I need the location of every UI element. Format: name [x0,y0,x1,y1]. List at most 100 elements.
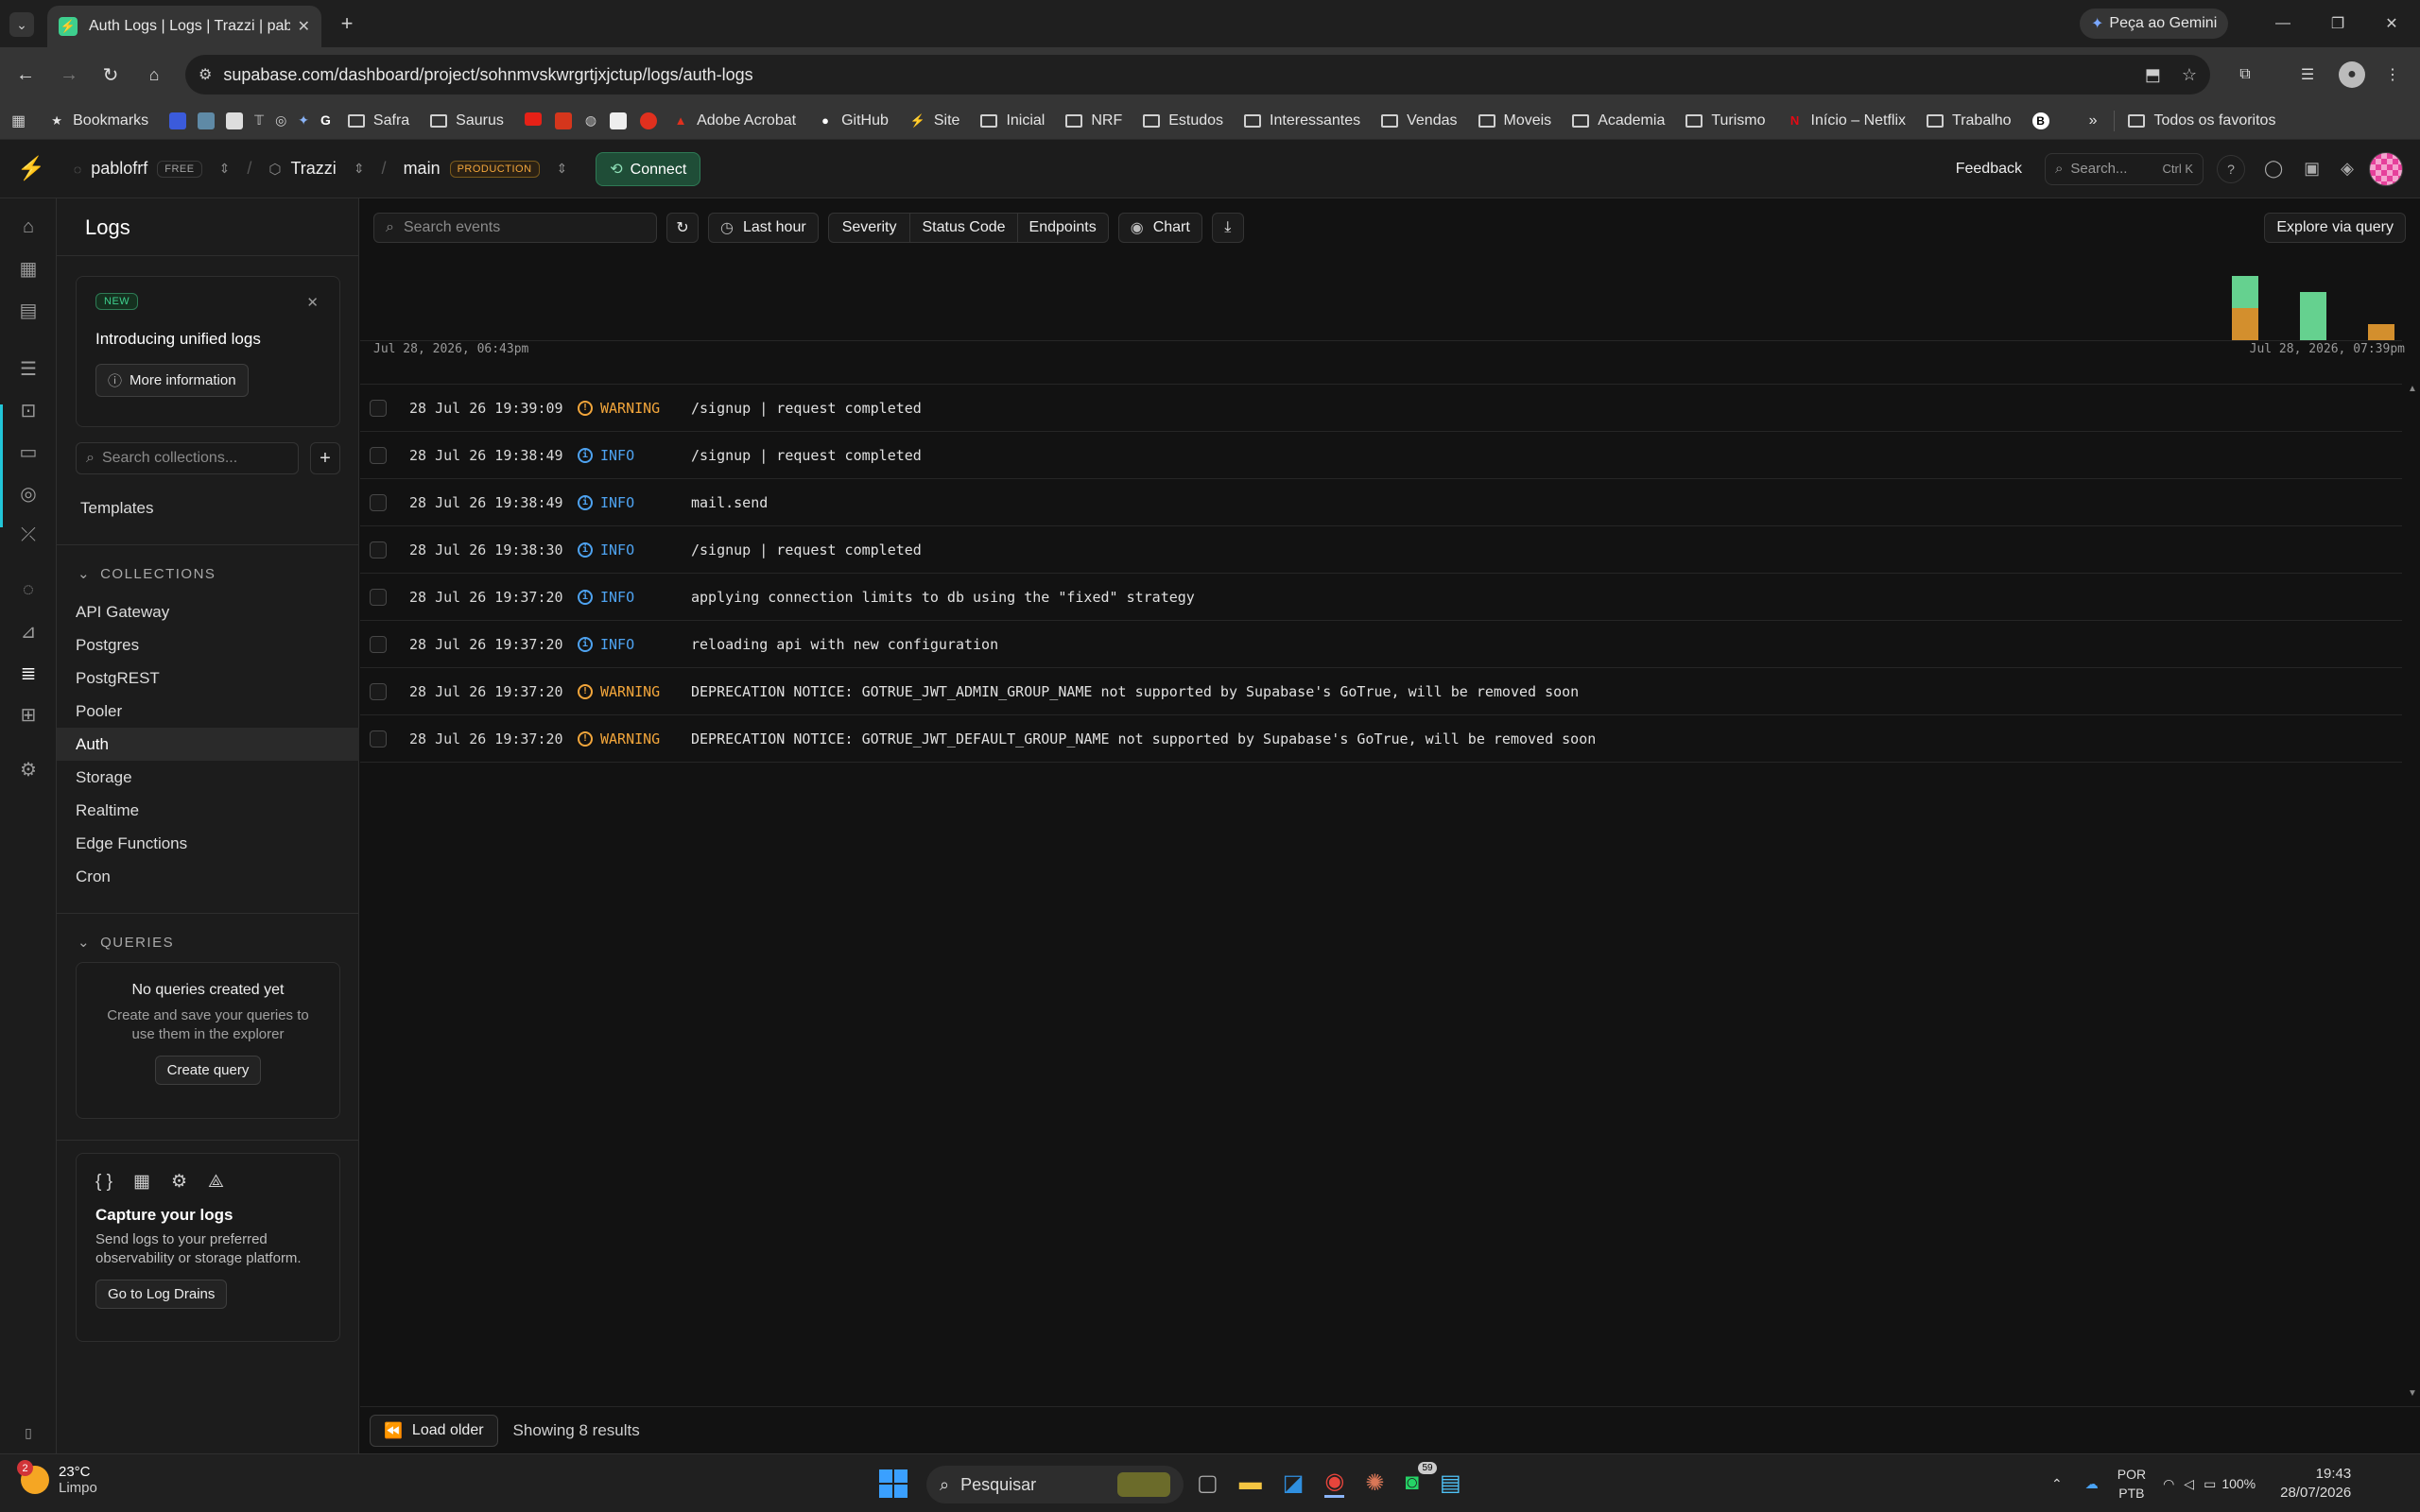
wifi-icon[interactable]: ◠ [2163,1476,2174,1492]
explore-via-query-button[interactable]: Explore via query [2264,213,2406,243]
b-icon[interactable]: B [2031,112,2049,129]
refresh-button[interactable]: ↻ [666,213,699,243]
row-checkbox[interactable] [370,730,387,747]
bookmark-interessantes[interactable]: Interessantes [1244,112,1360,129]
outlook-icon[interactable]: ◪ [1283,1469,1305,1497]
forward-icon[interactable]: → [57,62,81,87]
search-events-input[interactable]: ⌕ Search events [373,213,657,243]
bookmark-favicons[interactable]: 𝕋 ◎ ✦ G [169,112,331,129]
site-info-icon[interactable]: ⚙ [199,65,212,84]
bookmark-moveis[interactable]: Moveis [1478,112,1551,129]
row-checkbox[interactable] [370,635,387,653]
onedrive-icon[interactable]: ☁ [2085,1476,2099,1492]
row-checkbox[interactable] [370,588,387,606]
download-button[interactable]: ⤓ [1211,213,1244,243]
templates-link[interactable]: Templates [80,499,153,518]
chart-bar-info[interactable] [2232,276,2258,308]
volume-icon[interactable]: ◁ [2184,1476,2194,1492]
project-switch-icon[interactable]: ⇕ [354,161,365,177]
start-icon[interactable] [879,1469,908,1498]
bookmark-all-favorites[interactable]: Todos os favoritos [2128,112,2275,129]
collection-item[interactable]: Postgres [57,628,359,662]
more-bookmarks-icon[interactable]: » [2089,112,2098,129]
supabase-logo-icon[interactable]: ⚡ [17,155,45,182]
bookmark-turismo[interactable]: Turismo [1685,112,1766,129]
feedback-button[interactable]: Feedback [1956,161,2022,178]
active-tab[interactable]: ⚡ Auth Logs | Logs | Trazzi | pablo ✕ [47,6,321,47]
chevron-up-icon[interactable]: ⌃ [2051,1476,2063,1492]
load-older-button[interactable]: ⏪ Load older [370,1414,498,1447]
collection-item[interactable]: Pooler [57,695,359,728]
settings-icon[interactable]: ⚙ [0,748,57,790]
org-switch-icon[interactable]: ⇕ [219,161,231,177]
home-icon[interactable]: ⌂ [0,206,57,248]
queries-header[interactable]: ⌄ QUERIES [57,934,359,952]
more-information-button[interactable]: ⓘ More information [95,364,249,397]
search-collections-input[interactable]: ⌕ Search collections... [76,442,299,474]
time-range-button[interactable]: ◷ Last hour [708,213,819,243]
bookmark-saurus[interactable]: Saurus [430,112,504,129]
edge-functions-icon[interactable]: ◎ [0,472,57,514]
install-icon[interactable]: ⬒ [2145,65,2161,85]
logs-icon[interactable]: ≣ [0,652,57,694]
extensions-icon[interactable]: ⧉ [2233,62,2257,87]
taskbar-search[interactable]: ⌕ Pesquisar [926,1466,1184,1503]
gemini-button[interactable]: ✦ Peça ao Gemini [2080,9,2229,39]
chrome-icon[interactable]: ◉ [1324,1468,1345,1498]
log-row[interactable]: 28 Jul 26 19:37:20! WARNING DEPRECATION NO… [360,715,2402,763]
bookmark-safra[interactable]: Safra [347,112,409,129]
row-checkbox[interactable] [370,541,387,558]
create-query-button[interactable]: Create query [154,1056,262,1085]
chart-bar-warning[interactable] [2368,324,2394,340]
terminal-icon[interactable]: ▣ [2304,159,2320,179]
go-to-log-drains-button[interactable]: Go to Log Drains [95,1280,228,1309]
bookmark-academia[interactable]: Academia [1572,112,1665,129]
help-icon[interactable]: ? [2216,154,2245,183]
new-tab-icon[interactable]: + [335,11,359,36]
bookmark-bookmarks[interactable]: ★ Bookmarks [48,112,148,129]
chart-bar-info[interactable] [2300,292,2326,340]
status-code-filter[interactable]: Status Code [910,214,1018,242]
log-row[interactable]: 28 Jul 26 19:38:49 i INFO/signup | request… [360,432,2402,479]
log-row[interactable]: 28 Jul 26 19:38:49 i INFO mail.send [360,479,2402,526]
chart-bar-warning[interactable] [2232,308,2258,340]
collection-item[interactable]: PostgREST [57,662,359,695]
endpoints-filter[interactable]: Endpoints [1018,214,1108,242]
row-checkbox[interactable] [370,399,387,417]
log-row[interactable]: 28 Jul 26 19:39:09! WARNING/signup | requ… [360,385,2402,432]
assistant-icon[interactable]: ◈ [2341,159,2354,179]
profile-avatar[interactable]: ● [2339,61,2365,88]
row-checkbox[interactable] [370,682,387,700]
bookmark-site[interactable]: ⚡ Site [909,112,960,129]
task-view-icon[interactable]: ▢ [1197,1469,1219,1497]
restore-icon[interactable]: ❐ [2324,11,2352,36]
file-explorer-icon[interactable]: ▬ [1239,1469,1262,1496]
storage-icon[interactable]: ▭ [0,431,57,472]
menu-icon[interactable]: ⋮ [2380,62,2405,87]
connect-button[interactable]: ⟲ Connect [596,151,701,186]
reload-icon[interactable]: ↻ [98,62,123,87]
advisors-icon[interactable]: ◌ [0,569,57,610]
close-icon[interactable]: ✕ [306,294,319,311]
apps-icon[interactable]: ▦ [11,112,26,130]
bookmark-estudos[interactable]: Estudos [1143,112,1223,129]
project-name[interactable]: Trazzi [290,159,336,179]
collapse-sidebar-icon[interactable]: ▯ [0,1412,57,1453]
chart-toggle-button[interactable]: ◉ Chart [1117,213,1202,243]
severity-filter[interactable]: Severity [829,214,911,242]
scrollbar[interactable]: ▲ ▼ [2405,384,2420,1399]
integrations-icon[interactable]: ⊞ [0,694,57,735]
row-checkbox[interactable] [370,446,387,464]
log-row[interactable]: 28 Jul 26 19:37:20! WARNING DEPRECATION NO… [360,668,2402,715]
bookmark-star-icon[interactable]: ☆ [2182,65,2197,85]
sql-editor-icon[interactable]: ▤ [0,289,57,331]
collection-item[interactable]: Cron [57,860,359,893]
minimize-icon[interactable]: — [2269,11,2297,36]
clock[interactable]: 19:43 28/07/2026 [2280,1465,2351,1503]
bookmark-favicons-2[interactable]: ◍ [524,112,658,129]
branch-name[interactable]: main [404,159,441,179]
collection-item[interactable]: Storage [57,761,359,794]
bookmark-vendas[interactable]: Vendas [1381,112,1458,129]
branch-switch-icon[interactable]: ⇕ [557,161,568,177]
close-tab-icon[interactable]: ✕ [298,17,310,36]
